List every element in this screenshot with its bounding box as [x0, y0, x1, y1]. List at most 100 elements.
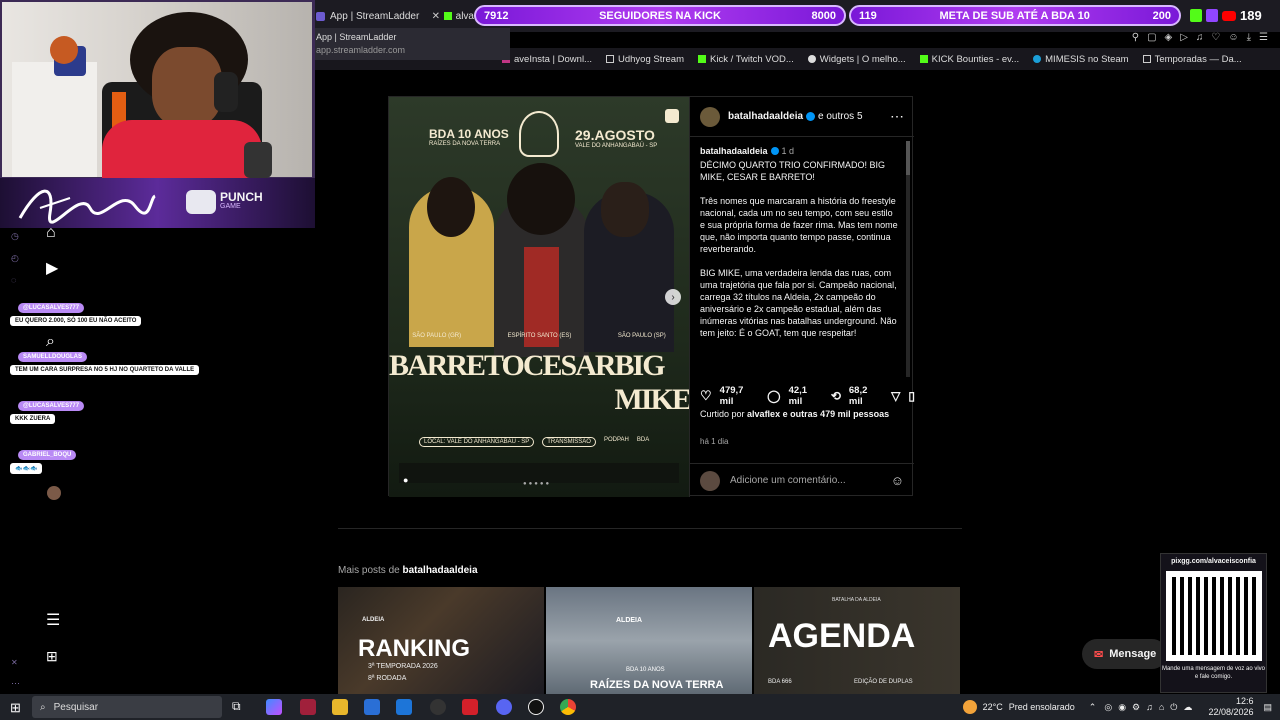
comment-bar: Adicione um comentário... ☺	[690, 463, 914, 497]
notification-icon[interactable]: ▤	[1263, 702, 1272, 713]
more-icon[interactable]: ⋯	[11, 678, 20, 689]
comment-icon[interactable]: ◯	[767, 389, 780, 403]
more-posts-user[interactable]: batalhadaaldeia	[402, 565, 477, 576]
bookmark-temporadas[interactable]: Temporadas — Da...	[1142, 54, 1242, 65]
twitch-icon	[1206, 9, 1218, 22]
mc-center-shirt	[524, 247, 559, 347]
menu-icon[interactable]: ☰	[1259, 32, 1268, 43]
message-icon: ✉	[1094, 648, 1104, 661]
bookmark-kick-vod[interactable]: Kick / Twitch VOD...	[698, 54, 794, 65]
punch-logo: PUNCH GAME	[186, 190, 263, 214]
post-thumbnail[interactable]: ALDEIA BDA 10 ANOS RAÍZES DA NOVA TERRA	[546, 587, 752, 694]
next-arrow-icon[interactable]: ›	[665, 289, 681, 305]
profile-avatar[interactable]	[47, 486, 61, 500]
play-icon[interactable]: ▷	[1180, 32, 1188, 43]
webcam-overlay: PUNCH GAME	[0, 0, 315, 228]
chat-username: SAMUELLDOUGLAS	[18, 352, 87, 362]
screen: App | StreamLadder ✕ alva ⚲ ▢ ◈ ▷ ♫ ♡ ☺ …	[0, 0, 1280, 720]
shield-icon[interactable]: ◈	[1165, 32, 1173, 43]
reposts-count: 68,2 mil	[848, 385, 868, 407]
comment-input[interactable]: Adicione um comentário...	[730, 475, 891, 486]
basketball	[50, 36, 78, 64]
mail-icon[interactable]	[396, 699, 412, 715]
chat-icon[interactable]: ◌	[11, 275, 16, 285]
hamburger-icon[interactable]: ☰	[46, 610, 60, 630]
profile-icon[interactable]: ☺	[1228, 32, 1238, 43]
streamladder-icon	[316, 11, 325, 21]
kick-icon	[444, 12, 452, 20]
repost-icon[interactable]: ⟲	[831, 389, 841, 403]
caption-scrollbar[interactable]	[906, 141, 910, 377]
tab-label: App | StreamLadder	[330, 10, 420, 22]
origin-labels: SÃO PAULO (GR) ESPÍRITO SANTO (ES) SÃO P…	[412, 333, 666, 339]
tag-icon[interactable]: ●	[403, 475, 408, 485]
tab-streamladder[interactable]: App | StreamLadder ✕	[316, 6, 440, 26]
bookmark-widgets[interactable]: Widgets | O melho...	[807, 54, 906, 65]
sub-current: 119	[859, 9, 877, 22]
tab-label: alva	[455, 10, 474, 22]
bookmark-mimesis[interactable]: MIMESIS no Steam	[1033, 54, 1129, 65]
more-options-icon[interactable]: ⋯	[890, 108, 904, 125]
chat-message: TEM UM CARA SURPRESA NO 5 HJ NO QUARTETO…	[10, 365, 200, 375]
file-explorer-icon[interactable]	[332, 699, 348, 715]
clock[interactable]: 12:6 22/08/2026	[1208, 696, 1253, 718]
tray-chevron-icon[interactable]: ⌃	[1089, 702, 1097, 713]
steam-icon[interactable]	[528, 699, 544, 715]
punch-brand: PUNCH	[220, 190, 263, 204]
discord-icon[interactable]	[496, 699, 512, 715]
apps-icon[interactable]: ⊞	[46, 648, 58, 665]
clock-icon[interactable]: ◴	[11, 253, 19, 264]
obs-icon[interactable]	[430, 699, 446, 715]
heart-icon[interactable]: ♡	[1211, 32, 1220, 43]
post-author[interactable]: batalhadaaldeia	[728, 111, 803, 122]
liked-by: Curtido por alvaflex e outras 479 mil pe…	[700, 409, 890, 419]
chrome-icon[interactable]	[560, 699, 576, 715]
post-thumbnail[interactable]: BATALHA DA ALDEIA AGENDA BDA 666 EDIÇÃO …	[754, 587, 960, 694]
more-posts-title: Mais posts de batalhadaaldeia	[338, 565, 478, 576]
home-icon[interactable]: ⌂	[46, 224, 56, 242]
search-icon[interactable]: ⌕	[46, 333, 55, 351]
copy-icon[interactable]: ▢	[1147, 32, 1156, 43]
save-icon[interactable]: ▯	[908, 389, 915, 403]
webcam-video	[2, 2, 312, 180]
post-coauthors[interactable]: e outros 5	[818, 111, 862, 122]
clock-time: 12:6	[1235, 696, 1254, 706]
tab-alva[interactable]: alva	[444, 6, 474, 26]
taskbar-search[interactable]: ⌕ Pesquisar	[32, 696, 222, 718]
liked-by-user[interactable]: alvaflex	[747, 409, 780, 419]
comments-count: 42,1 mil	[788, 385, 808, 407]
game-icon[interactable]	[462, 699, 478, 715]
reels-icon[interactable]: ▶	[46, 258, 58, 278]
post-author-avatar[interactable]	[700, 106, 720, 127]
message-button[interactable]: ✉ Mensage	[1082, 639, 1167, 669]
close-icon[interactable]: ✕	[432, 11, 440, 22]
start-icon[interactable]: ⊞	[10, 700, 21, 716]
copilot-icon[interactable]	[266, 699, 282, 715]
windows-taskbar: ⊞ ⌕ Pesquisar ⧉ 22°C Pred ensolarado ⌃ ◎…	[0, 694, 1280, 720]
tray-icons[interactable]: ◎◉⚙♫⌂⏻☁	[1104, 702, 1198, 713]
weather-temp[interactable]: 22°C	[983, 702, 1003, 712]
caption-author[interactable]: batalhadaaldeia	[700, 145, 768, 157]
bookmark-udhyog[interactable]: Udhyog Stream	[605, 54, 684, 65]
history-icon[interactable]: ◷	[11, 231, 19, 242]
store-icon[interactable]	[364, 699, 380, 715]
task-view-icon[interactable]: ⧉	[232, 699, 248, 715]
fist-icon	[186, 190, 216, 214]
kick-icon	[919, 54, 928, 63]
emoji-icon[interactable]: ☺	[891, 473, 904, 488]
bookmark-aveinsta[interactable]: aveInsta | Downl...	[502, 54, 592, 65]
weather-text[interactable]: Pred ensolarado	[1009, 702, 1075, 712]
followers-goal: 8000	[811, 9, 836, 22]
bell-icon[interactable]: ♫	[1196, 32, 1204, 43]
share-icon[interactable]: ▽	[891, 389, 900, 403]
download-icon[interactable]: ⤓	[1247, 32, 1251, 43]
bookmark-kick-bounties[interactable]: KICK Bounties - ev...	[919, 54, 1019, 65]
app-icon[interactable]	[300, 699, 316, 715]
post-thumbnail[interactable]: ALDEIA RANKING 3ª TEMPORADA 2026 8ª RODA…	[338, 587, 544, 694]
qr-url: pixgg.com/alvaceisconfia	[1171, 558, 1256, 565]
post-image[interactable]: BDA 10 ANOS RAÍZES DA NOVA TERRA 29.AGOS…	[389, 97, 689, 497]
caption-paragraph: DÉCIMO QUARTO TRIO CONFIRMADO! BIG MIKE,…	[700, 160, 886, 182]
extension-icon[interactable]: ✕	[11, 658, 18, 667]
like-icon[interactable]: ♡	[700, 388, 712, 404]
pin-icon[interactable]: ⚲	[1132, 32, 1139, 43]
